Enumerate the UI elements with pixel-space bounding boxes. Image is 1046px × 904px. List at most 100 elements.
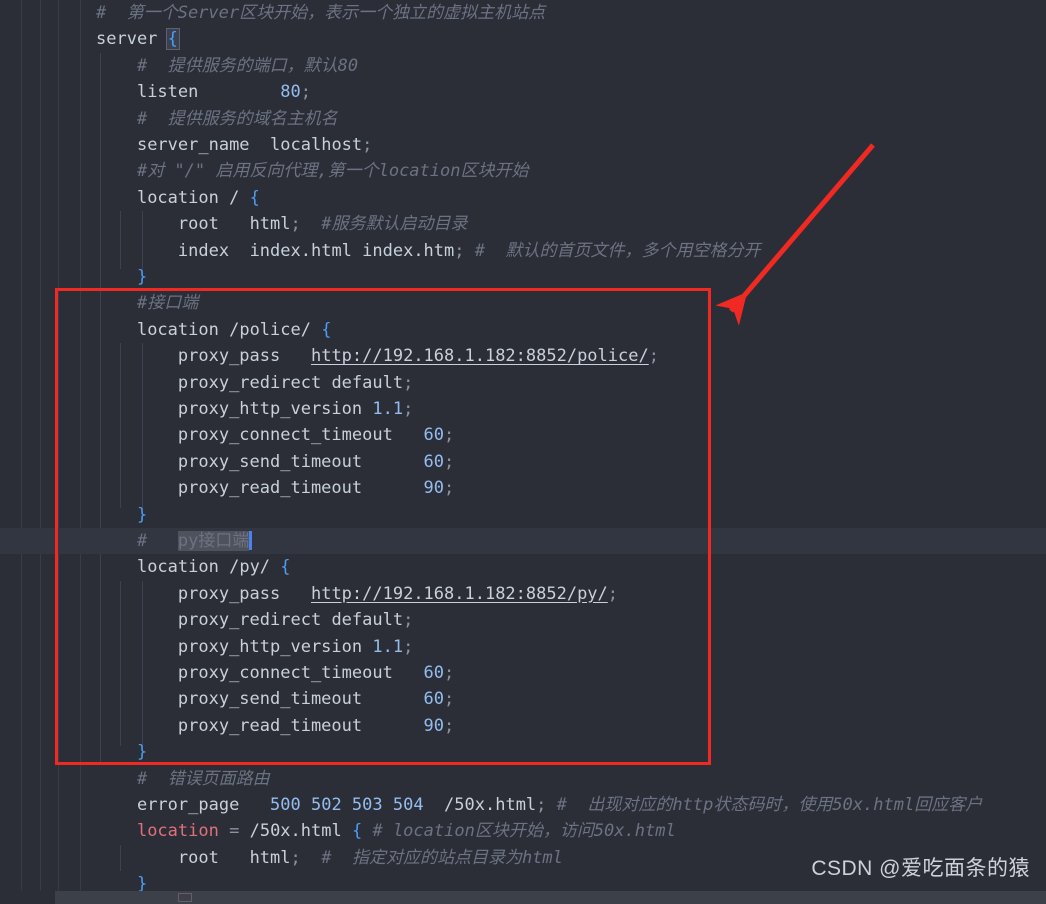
- token-num: 60: [423, 451, 445, 472]
- token-val: /py/: [229, 557, 271, 578]
- code-line[interactable]: proxy_pass http://192.168.1.182:8852/py/…: [0, 581, 1046, 607]
- token-url: http://192.168.1.182:8852/police/: [310, 346, 649, 367]
- token-url: http://192.168.1.182:8852/py/: [310, 583, 608, 604]
- token-comment: # 出现对应的http状态码时，使用50x.html回应客户: [556, 795, 983, 815]
- token-brace: {: [321, 319, 332, 340]
- token-num: 1.1: [372, 636, 404, 657]
- code-line[interactable]: # py接口端: [0, 528, 1046, 555]
- code-line[interactable]: # 提供服务的域名主机名: [0, 106, 1046, 132]
- token-punc: ;: [403, 372, 414, 393]
- code-line[interactable]: proxy_pass http://192.168.1.182:8852/pol…: [0, 343, 1046, 369]
- token-key: location: [136, 557, 219, 578]
- code-line[interactable]: proxy_send_timeout 60;: [0, 686, 1046, 712]
- code-line[interactable]: proxy_read_timeout 90;: [0, 713, 1046, 739]
- scrollbar-thumb[interactable]: [178, 893, 192, 902]
- token-val: default: [331, 372, 404, 393]
- token-key: proxy_connect_timeout: [177, 425, 393, 446]
- code-line[interactable]: proxy_send_timeout 60;: [0, 449, 1046, 475]
- code-line-text: proxy_send_timeout 60;: [96, 449, 454, 475]
- code-line[interactable]: proxy_http_version 1.1;: [0, 634, 1046, 660]
- csdn-watermark: CSDN @爱吃面条的猿: [811, 857, 1030, 880]
- code-line[interactable]: server_name localhost;: [0, 132, 1046, 158]
- token-comment: # 第一个Server区块开始，表示一个独立的虚拟主机站点: [96, 3, 546, 23]
- token-punc: ;: [444, 425, 455, 446]
- code-line[interactable]: index index.html index.htm; # 默认的首页文件，多个…: [0, 238, 1046, 264]
- token-num: 60: [423, 689, 445, 710]
- token-comment: # 指定对应的站点目录为html: [321, 847, 563, 868]
- matched-brace: {: [165, 28, 180, 51]
- token-comment: # 提供服务的域名主机名: [136, 108, 338, 129]
- token-num: 60: [423, 425, 445, 446]
- code-line-text: proxy_connect_timeout 60;: [96, 422, 454, 448]
- token-punc: =: [229, 821, 240, 842]
- code-line[interactable]: proxy_redirect default;: [0, 607, 1046, 633]
- code-line[interactable]: root html; #服务默认启动目录: [0, 211, 1046, 237]
- token-punc: ;: [444, 478, 455, 499]
- token-key: proxy_redirect: [177, 610, 322, 631]
- code-line-text: # 提供服务的域名主机名: [96, 106, 338, 132]
- code-line-text: location = /50x.html { # location区块开始，访问…: [96, 818, 676, 844]
- token-key: proxy_pass: [177, 346, 281, 367]
- code-line-text: proxy_read_timeout 90;: [96, 475, 454, 501]
- code-line[interactable]: # 错误页面路由: [0, 766, 1046, 792]
- token-num: 90: [423, 478, 445, 499]
- code-line-text: proxy_http_version 1.1;: [96, 396, 413, 422]
- code-line[interactable]: # 第一个Server区块开始，表示一个独立的虚拟主机站点: [0, 0, 1046, 26]
- token-punc: ;: [444, 715, 455, 736]
- code-line[interactable]: }: [0, 739, 1046, 765]
- token-punc: ;: [648, 346, 659, 367]
- code-line-text: }: [96, 502, 147, 528]
- code-line[interactable]: }: [0, 264, 1046, 290]
- code-line[interactable]: location /py/ {: [0, 554, 1046, 580]
- token-key: proxy_read_timeout: [177, 715, 363, 736]
- code-editor[interactable]: # 第一个Server区块开始，表示一个独立的虚拟主机站点 server { # …: [0, 0, 1046, 904]
- code-line[interactable]: location / {: [0, 185, 1046, 211]
- code-line[interactable]: location = /50x.html { # location区块开始，访问…: [0, 818, 1046, 844]
- token-key: server: [96, 29, 158, 50]
- code-line-text: server {: [96, 26, 180, 52]
- code-line[interactable]: listen 80;: [0, 79, 1046, 105]
- token-comment: # location区块开始，访问50x.html: [372, 821, 676, 842]
- code-line-text: error_page 500 502 503 504 /50x.html; # …: [96, 792, 982, 818]
- code-line[interactable]: proxy_read_timeout 90;: [0, 475, 1046, 501]
- code-line[interactable]: proxy_http_version 1.1;: [0, 396, 1046, 422]
- code-line[interactable]: location /police/ {: [0, 317, 1046, 343]
- code-line-text: listen 80;: [96, 79, 311, 105]
- code-line[interactable]: }: [0, 502, 1046, 528]
- code-line-text: }: [96, 739, 147, 765]
- token-punc: ;: [444, 689, 455, 710]
- code-line[interactable]: proxy_connect_timeout 60;: [0, 422, 1046, 448]
- token-comment: #: [136, 531, 148, 551]
- code-line[interactable]: # 提供服务的端口，默认80: [0, 53, 1046, 79]
- code-line[interactable]: proxy_redirect default;: [0, 370, 1046, 396]
- token-key: proxy_http_version: [177, 399, 363, 419]
- code-line[interactable]: proxy_connect_timeout 60;: [0, 660, 1046, 686]
- token-key: location: [136, 187, 219, 208]
- token-punc: ;: [290, 214, 301, 235]
- code-line[interactable]: #对 "/" 启用反向代理,第一个location区块开始: [0, 158, 1046, 184]
- code-line[interactable]: error_page 500 502 503 504 /50x.html; # …: [0, 792, 1046, 818]
- token-num: 1.1: [372, 399, 404, 419]
- horizontal-scrollbar[interactable]: [0, 891, 1046, 904]
- code-line[interactable]: server {: [0, 26, 1046, 52]
- code-line[interactable]: #接口端: [0, 290, 1046, 316]
- token-brace: }: [136, 504, 148, 525]
- code-line-text: # py接口端: [96, 528, 253, 554]
